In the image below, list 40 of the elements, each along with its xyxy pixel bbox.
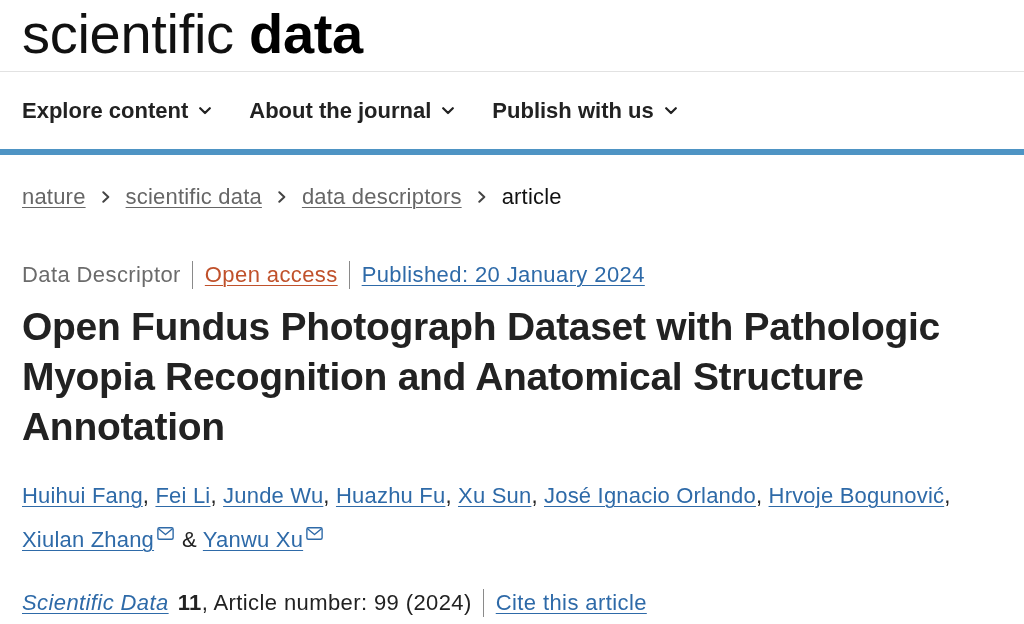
- nav-menu-button[interactable]: Publish with us: [492, 93, 677, 128]
- cite-article-link[interactable]: Cite this article: [495, 590, 647, 616]
- mail-icon[interactable]: [157, 527, 175, 540]
- citation-text: 11, Article number: 99 (2024): [177, 590, 472, 616]
- breadcrumb-link[interactable]: data descriptors: [301, 184, 462, 210]
- breadcrumb-link[interactable]: scientific data: [125, 184, 262, 210]
- separator-text: ,: [445, 483, 452, 508]
- author-link[interactable]: Huazhu Fu: [335, 483, 446, 508]
- journal-logo[interactable]: scientific data: [22, 3, 363, 64]
- nav-menu-button[interactable]: About the journal: [249, 93, 455, 128]
- chevron-down-icon: [664, 106, 677, 115]
- chevron-down-icon: [442, 106, 455, 115]
- author-link[interactable]: Xu Sun: [458, 483, 532, 508]
- chevron-right-icon: [101, 191, 110, 203]
- published-date-link[interactable]: Published: 20 January 2024: [361, 262, 645, 288]
- separator-text: &: [182, 527, 197, 552]
- separator-text: ,: [142, 483, 150, 508]
- separator-text: ,: [944, 483, 951, 508]
- separator-text: ,: [210, 483, 217, 508]
- author-link[interactable]: Xiulan Zhang: [22, 527, 155, 552]
- separator-text: ,: [755, 483, 763, 508]
- mail-icon[interactable]: [306, 527, 324, 540]
- breadcrumb-current: article: [501, 184, 562, 210]
- author-link[interactable]: Fei Li: [155, 483, 211, 508]
- separator-text: ,: [531, 483, 538, 508]
- chevron-down-icon: [199, 106, 212, 115]
- article-title: Open Fundus Photograph Dataset with Pathologic Myopia Recognition and Anatomical Structure Annotation: [22, 304, 941, 450]
- author-link[interactable]: José Ignacio Orlando: [544, 483, 756, 508]
- chevron-right-icon: [477, 191, 486, 203]
- journal-link[interactable]: Scientific Data: [22, 590, 169, 616]
- open-access-link[interactable]: Open access: [204, 262, 338, 288]
- chevron-right-icon: [277, 191, 286, 203]
- article-type: Data Descriptor: [22, 261, 181, 289]
- author-link[interactable]: Hrvoje Bogunović: [768, 483, 945, 508]
- separator-text: ,: [323, 483, 330, 508]
- nav-menu-button[interactable]: Explore content: [22, 93, 212, 128]
- author-link[interactable]: Junde Wu: [223, 483, 324, 508]
- author-link[interactable]: Yanwu Xu: [202, 527, 304, 552]
- breadcrumb-link[interactable]: nature: [22, 184, 86, 210]
- author-link[interactable]: Huihui Fang: [22, 483, 143, 508]
